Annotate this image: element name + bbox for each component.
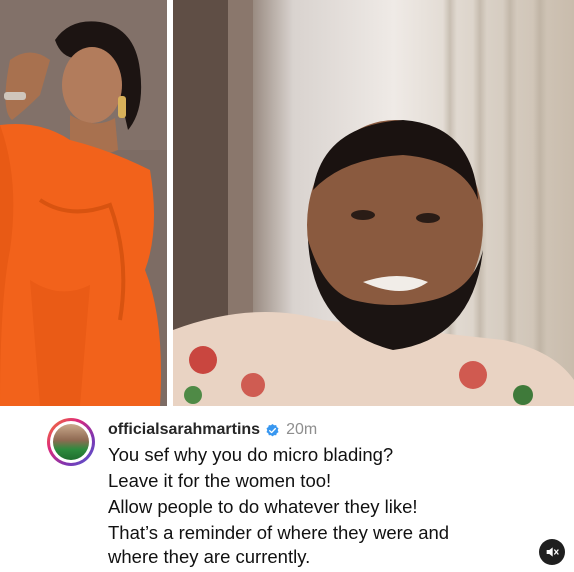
woman-illustration xyxy=(0,0,167,406)
comment-line: You sef why you do micro blading? xyxy=(108,444,394,465)
comment-panel: officialsarahmartins 20m You sef why you… xyxy=(0,406,574,572)
avatar-ring-inner xyxy=(50,421,92,463)
username[interactable]: officialsarahmartins xyxy=(108,421,260,439)
man-illustration xyxy=(173,0,574,406)
photo-collage xyxy=(0,0,574,406)
comment-line: Leave it for the women too! xyxy=(108,470,332,491)
comment-text: You sef why you do micro blading? Leave … xyxy=(108,443,548,571)
verified-badge-icon xyxy=(266,423,279,436)
comment-header: officialsarahmartins 20m xyxy=(108,418,317,442)
comment-line: where they are currently. xyxy=(108,546,311,567)
photo-bearded-man xyxy=(173,0,574,406)
mute-button[interactable] xyxy=(539,539,565,565)
comment-line: That’s a reminder of where they were and xyxy=(108,522,450,543)
comment-line: Allow people to do whatever they like! xyxy=(108,496,418,517)
comment-timestamp: 20m xyxy=(286,421,318,438)
avatar-photo xyxy=(53,424,89,460)
speaker-muted-icon xyxy=(546,547,559,557)
photo-woman-orange-dress xyxy=(0,0,167,406)
profile-avatar[interactable] xyxy=(47,418,95,466)
